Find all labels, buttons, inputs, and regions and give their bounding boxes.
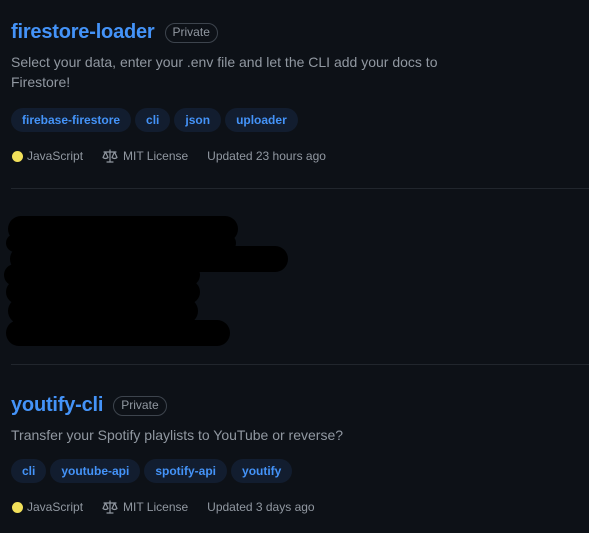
- language-label: JavaScript: [27, 149, 84, 163]
- language-label: JavaScript: [27, 500, 84, 514]
- repo-title-row: youtify-cli Private: [11, 392, 589, 419]
- repo-name-link[interactable]: firestore-loader: [11, 21, 155, 44]
- repo-meta: JavaScript MIT License Updated 23 hours …: [11, 149, 589, 163]
- repo-description: Select your data, enter your .env file a…: [11, 54, 438, 90]
- language-color-dot: [12, 150, 23, 162]
- topic-tag[interactable]: cli: [11, 459, 47, 483]
- updated-timestamp: Updated 23 hours ago: [207, 149, 326, 163]
- topic-tag[interactable]: json: [174, 108, 222, 132]
- redacted-block: [4, 216, 288, 346]
- license-link[interactable]: MIT License: [102, 149, 188, 163]
- topic-tag[interactable]: youtube-api: [50, 459, 141, 483]
- topic-tag[interactable]: spotify-api: [144, 459, 228, 483]
- license-link[interactable]: MIT License: [102, 500, 188, 514]
- topic-tag[interactable]: cli: [135, 108, 171, 132]
- repo-divider: [11, 188, 589, 189]
- topic-list: firebase-firestore cli json uploader: [11, 108, 589, 132]
- law-scale-icon: [102, 149, 118, 163]
- topic-tag[interactable]: youtify: [231, 459, 293, 483]
- repo-list-item: youtify-cli Private Transfer your Spotif…: [11, 392, 589, 514]
- language-color-dot: [12, 501, 23, 513]
- updated-timestamp: Updated 3 days ago: [207, 500, 315, 514]
- visibility-badge: Private: [164, 22, 218, 43]
- repo-title-row: firestore-loader Private: [11, 19, 589, 46]
- repo-description: Transfer your Spotify playlists to YouTu…: [11, 427, 344, 443]
- repo-divider: [11, 364, 589, 365]
- topic-tag[interactable]: firebase-firestore: [11, 108, 132, 132]
- repo-name-link[interactable]: youtify-cli: [11, 394, 103, 417]
- visibility-badge: Private: [113, 395, 167, 416]
- law-scale-icon: [102, 500, 118, 514]
- topic-list: cli youtube-api spotify-api youtify: [11, 459, 589, 483]
- repo-meta: JavaScript MIT License Updated 3 days ag…: [11, 500, 589, 514]
- topic-tag[interactable]: uploader: [225, 108, 298, 132]
- license-label: MIT License: [123, 149, 189, 163]
- license-label: MIT License: [123, 500, 189, 514]
- repo-list-item: firestore-loader Private Select your dat…: [11, 19, 589, 163]
